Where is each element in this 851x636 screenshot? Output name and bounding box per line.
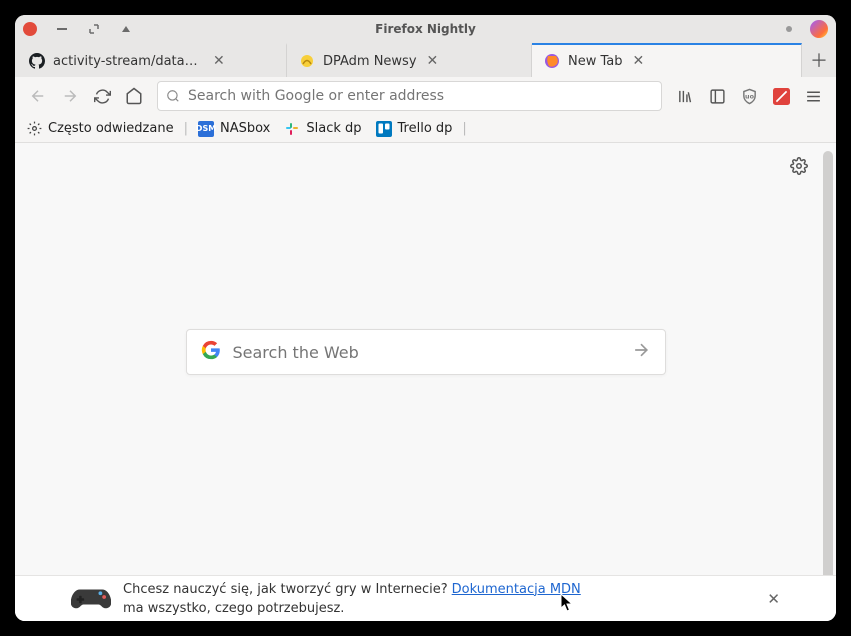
snippet-text-after: ma wszystko, czego potrzebujesz.: [123, 601, 344, 616]
gear-icon: [790, 157, 808, 175]
window-menu-dot[interactable]: [782, 22, 796, 36]
titlebar: Firefox Nightly: [15, 15, 836, 43]
library-button[interactable]: [670, 81, 700, 111]
back-button[interactable]: [23, 81, 53, 111]
tab-label: New Tab: [568, 54, 623, 69]
window-maximize-button[interactable]: [87, 22, 101, 36]
snippet-bar: Chcesz nauczyć się, jak tworzyć gry w In…: [15, 575, 836, 621]
bookmark-label: Trello dp: [398, 121, 453, 136]
snippet-close-button[interactable]: ✕: [767, 590, 780, 608]
tab-close-icon[interactable]: ✕: [631, 52, 647, 70]
slack-icon: [284, 121, 300, 137]
app-menu-button[interactable]: [798, 81, 828, 111]
reload-button[interactable]: [87, 81, 117, 111]
bookmark-label: NASbox: [220, 121, 270, 136]
submit-arrow-icon[interactable]: [631, 340, 651, 364]
search-input[interactable]: [233, 343, 619, 362]
github-icon: [29, 53, 45, 69]
url-input[interactable]: [188, 88, 653, 104]
tab-new-tab[interactable]: New Tab ✕: [532, 43, 802, 77]
gear-icon: [27, 121, 42, 136]
firefox-profile-icon[interactable]: [810, 20, 828, 38]
window-close-button[interactable]: [23, 22, 37, 36]
svg-text:uo: uo: [745, 92, 755, 100]
browser-window: Firefox Nightly activity-stream/data_ev …: [15, 15, 836, 621]
vertical-scrollbar[interactable]: [823, 151, 833, 613]
tab-dpadm-newsy[interactable]: DPAdm Newsy ✕: [287, 43, 532, 77]
bookmark-label: Często odwiedzane: [48, 121, 174, 136]
bookmark-separator: |: [184, 121, 188, 136]
newtab-content: Chcesz nauczyć się, jak tworzyć gry w In…: [15, 143, 836, 621]
snippet-link[interactable]: Dokumentacja MDN: [452, 582, 581, 597]
search-box[interactable]: [186, 329, 666, 375]
home-button[interactable]: [119, 81, 149, 111]
bookmark-nasbox[interactable]: DSM NASbox: [194, 119, 274, 139]
bookmarks-toolbar: Często odwiedzane | DSM NASbox Slack dp …: [15, 115, 836, 143]
tab-activity-stream[interactable]: activity-stream/data_ev ✕: [17, 43, 287, 77]
forward-button[interactable]: [55, 81, 85, 111]
customize-gear-button[interactable]: [790, 157, 808, 179]
nav-toolbar: uo: [15, 77, 836, 115]
window-keep-above-button[interactable]: [119, 22, 133, 36]
window-title: Firefox Nightly: [375, 22, 476, 36]
gamepad-icon: [71, 583, 111, 615]
tab-label: DPAdm Newsy: [323, 54, 417, 69]
bookmark-trello[interactable]: Trello dp: [372, 119, 457, 139]
bookmark-frequent[interactable]: Często odwiedzane: [23, 119, 178, 138]
sidebar-button[interactable]: [702, 81, 732, 111]
snippet-text-before: Chcesz nauczyć się, jak tworzyć gry w In…: [123, 582, 448, 597]
bookmark-label: Slack dp: [306, 121, 361, 136]
firefox-nightly-icon: [544, 53, 560, 69]
tab-close-icon[interactable]: ✕: [425, 52, 441, 70]
bookmark-slack[interactable]: Slack dp: [280, 119, 365, 139]
trello-icon: [376, 121, 392, 137]
bookmark-separator: |: [462, 121, 466, 136]
tab-label: activity-stream/data_ev: [53, 54, 203, 69]
window-minimize-button[interactable]: [55, 22, 69, 36]
dsm-icon: DSM: [198, 121, 214, 137]
google-icon: [201, 340, 221, 364]
url-bar[interactable]: [157, 81, 662, 111]
ublock-shield-icon[interactable]: uo: [734, 81, 764, 111]
new-tab-button[interactable]: ＋: [802, 43, 836, 77]
extension-red-icon[interactable]: [766, 81, 796, 111]
tab-close-icon[interactable]: ✕: [211, 52, 227, 70]
search-icon: [166, 89, 180, 103]
tab-strip: activity-stream/data_ev ✕ DPAdm Newsy ✕ …: [15, 43, 836, 77]
page-icon: [299, 53, 315, 69]
